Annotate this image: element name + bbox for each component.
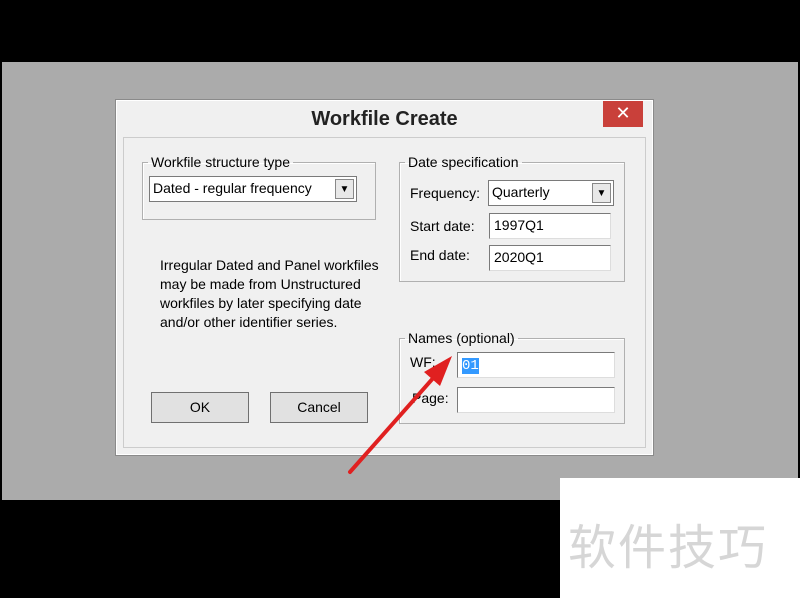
watermark: 软件技巧: [560, 478, 800, 598]
arrow-shaft: [348, 374, 437, 474]
watermark-text: 软件技巧: [568, 522, 769, 575]
